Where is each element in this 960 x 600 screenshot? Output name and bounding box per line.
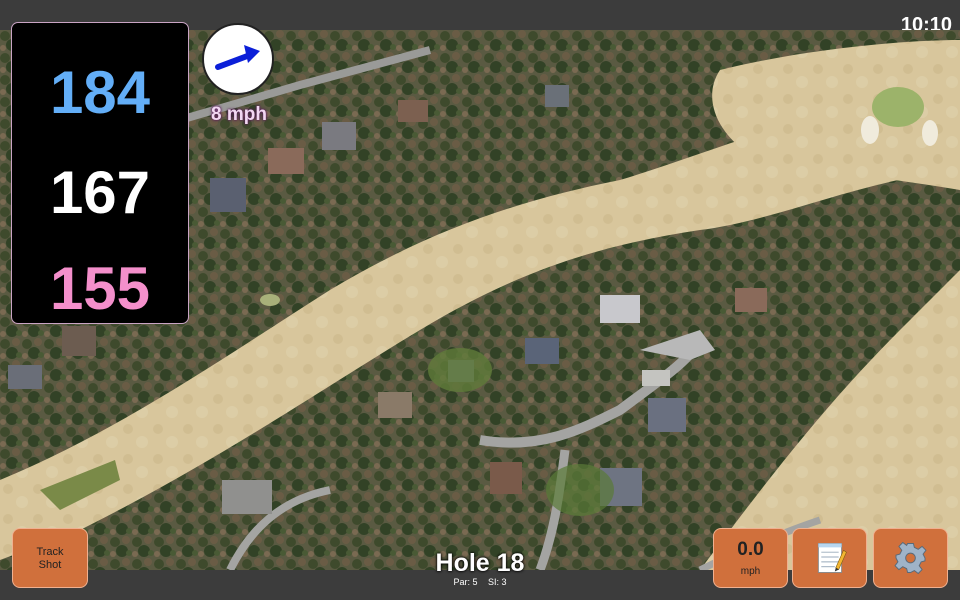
hole-info: Par: 5 SI: 3 <box>380 577 580 587</box>
speed-unit: mph <box>740 566 761 577</box>
wind-speed: 8 mph <box>211 104 267 125</box>
back-distance: 184 <box>49 59 151 126</box>
distance-panel: 184 167 155 <box>11 22 189 324</box>
hole-title: Hole 18 <box>435 549 525 577</box>
hole-par: Par: 5 <box>453 577 478 587</box>
hole-si: SI: 3 <box>488 577 507 587</box>
notes-button[interactable] <box>792 528 867 588</box>
track-shot-label: Track Shot <box>36 546 64 571</box>
notepad-icon <box>817 543 847 573</box>
settings-button[interactable] <box>873 528 948 588</box>
speed-value: 0.0 <box>737 539 764 560</box>
speed-button[interactable]: 0.0 mph <box>713 528 788 588</box>
arrow-icon <box>215 45 260 70</box>
gear-icon <box>894 541 927 575</box>
front-distance: 155 <box>49 255 151 322</box>
wind-direction-dial <box>202 23 274 95</box>
center-distance: 167 <box>49 159 151 226</box>
track-shot-button[interactable]: Track Shot <box>12 528 88 588</box>
